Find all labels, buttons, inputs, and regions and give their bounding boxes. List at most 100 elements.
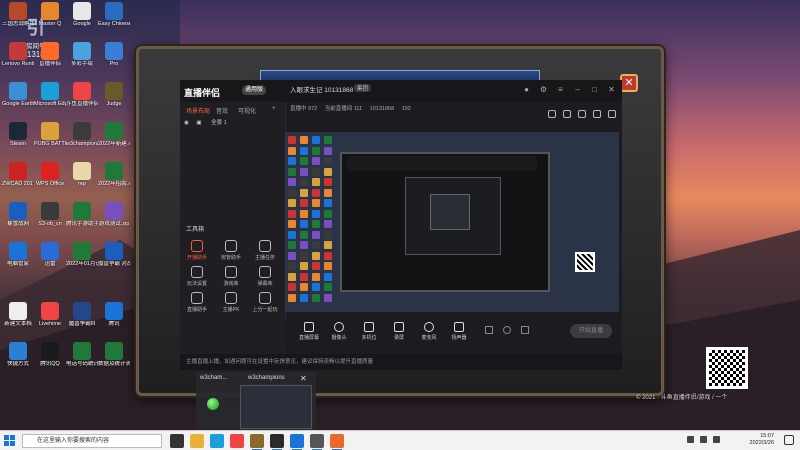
desktop-icon[interactable]: 数据及统计表.xlsx [98, 342, 130, 368]
lock-icon[interactable]: ▣ [196, 120, 201, 126]
control-speaker[interactable]: 扬声器 [445, 322, 473, 341]
desktop-icon[interactable]: Google Earth Pro [2, 82, 34, 108]
toolbox-item[interactable]: 主播PK [218, 292, 244, 313]
desktop-icon[interactable]: S3-ob_cn [34, 202, 66, 228]
network-icon[interactable] [700, 436, 707, 443]
desktop-icon[interactable]: 快捷方式 [2, 342, 34, 368]
scene-item[interactable]: ◉ ▣ 全景 1 [184, 118, 282, 128]
tab-sound[interactable]: 音效 [216, 106, 228, 115]
settings-icon[interactable]: ⚙ [539, 85, 548, 94]
expand-icon[interactable] [593, 110, 601, 118]
volume-icon[interactable] [713, 436, 720, 443]
toolbox-item[interactable]: 玩法设置 [184, 266, 210, 287]
stream-preview[interactable] [285, 132, 619, 312]
gear-icon[interactable] [521, 326, 529, 334]
toolbox-item[interactable]: 房管助手 [218, 240, 244, 261]
desktop-icon[interactable]: Microsoft Edge [34, 82, 66, 108]
eye-icon[interactable]: ◉ [184, 120, 189, 126]
start-live-button[interactable]: 开始直播 [570, 324, 612, 338]
thumb-title-2[interactable]: w3champions [248, 375, 285, 381]
desktop-icon[interactable]: 2022年01月计划.xlsx [66, 242, 98, 268]
maximize-icon[interactable]: □ [590, 85, 599, 94]
taskbar-app-browser-icon[interactable] [290, 434, 304, 450]
desktop-icon[interactable]: Master Q [34, 2, 66, 28]
app-icon [9, 202, 27, 220]
desktop-icon[interactable]: 迅雷 [34, 242, 66, 268]
control-screen[interactable]: 直播屏幕 [295, 322, 323, 341]
tray-arrow-icon[interactable] [687, 436, 694, 443]
desktop-icon-label: 迅雷 [44, 261, 56, 267]
thumb-title-1[interactable]: w3cham... [200, 375, 227, 381]
toolbox-item[interactable]: 上分一起玩 [252, 292, 278, 313]
desktop-icon[interactable]: 直播伴侣 [34, 42, 66, 68]
desktop-icon[interactable]: Lenovo Runtime [2, 42, 34, 68]
control-record[interactable]: 录屏 [385, 322, 413, 341]
menu-icon[interactable]: ≡ [556, 85, 565, 94]
lock-icon[interactable] [548, 110, 556, 118]
desktop-icon[interactable]: 斗鱼直播伴侣 [66, 82, 98, 108]
desktop-icon[interactable]: 游戏测试.zip [98, 202, 130, 228]
desktop-icon[interactable]: 新建文本档 [2, 302, 34, 328]
start-button[interactable] [4, 435, 16, 447]
app-icon [41, 342, 59, 360]
close-icon[interactable]: ✕ [300, 374, 307, 383]
desktop-icon[interactable]: ZWCAD 2017 [2, 162, 34, 188]
desktop-icon[interactable]: 电脑管家 [2, 242, 34, 268]
desktop-icon[interactable]: Steam [2, 122, 34, 148]
taskbar-app-stream-app-icon[interactable] [330, 434, 344, 450]
taskbar-app-task-view-icon[interactable] [170, 434, 184, 448]
desktop-icon[interactable]: w3champions [66, 122, 98, 148]
desktop-icon[interactable]: 三国志战略版 [2, 2, 34, 28]
minimize-icon[interactable]: – [573, 85, 582, 94]
toolbox-item[interactable]: 开播助手 [184, 240, 210, 261]
thumbnail-preview[interactable] [240, 385, 312, 429]
toolbox-item[interactable]: 弹幕库 [252, 266, 278, 287]
tool-label: 玩法设置 [186, 281, 207, 287]
tab-visual[interactable]: 可视化 [238, 106, 256, 115]
desktop-icon[interactable]: rep [66, 162, 98, 188]
avatar-icon[interactable]: ● [522, 85, 531, 94]
desktop-icon[interactable]: 暴雪战网 [2, 202, 34, 228]
taskbar-app-window-icon[interactable] [270, 434, 284, 450]
desktop-icon[interactable]: Easy Chinese [98, 2, 130, 28]
notification-icon[interactable] [784, 435, 794, 445]
taskbar-app-livehime-icon[interactable] [310, 434, 324, 450]
desktop-icon[interactable]: Judge [98, 82, 130, 108]
toolbox-item[interactable]: 直播助手 [184, 292, 210, 313]
desktop-icon[interactable]: 腾讯手游助手 [66, 202, 98, 228]
desktop-icon[interactable]: Livehime [34, 302, 66, 328]
search-input[interactable]: 在这里输入你要搜索的内容 [22, 434, 162, 448]
share-icon[interactable] [608, 110, 616, 118]
taskbar-app-chrome-icon[interactable] [230, 434, 244, 448]
desktop-icon[interactable]: 2022年招聘.xlsx [98, 162, 130, 188]
taskbar-app-file-explorer-icon[interactable] [190, 434, 204, 448]
desktop-icon[interactable]: Pro [98, 42, 130, 68]
desktop-icon[interactable]: 魔兽争霸III [66, 302, 98, 328]
gift-icon[interactable] [563, 110, 571, 118]
desktop-icon[interactable]: WPS Office [34, 162, 66, 188]
frame-close-button[interactable]: ✕ [620, 74, 638, 92]
toolbox-item[interactable]: 游戏库 [218, 266, 244, 287]
desktop-icon[interactable]: Google [66, 2, 98, 28]
taskbar-app-warcraft-icon[interactable] [250, 434, 264, 450]
desktop-icon[interactable]: 电话号码统计.xlsx [66, 342, 98, 368]
desktop-icon[interactable]: PUBG BATTLEGR... [34, 122, 66, 148]
taskbar-app-edge-icon[interactable] [210, 434, 224, 448]
desktop-icon[interactable]: 2022年新建.xlsx [98, 122, 130, 148]
chart-icon[interactable] [578, 110, 586, 118]
desktop-icon[interactable]: 腾讯QQ [34, 342, 66, 368]
clock[interactable]: 15:07 2022/3/26 [750, 433, 774, 447]
effect-icon[interactable] [503, 326, 511, 334]
toolbox-item[interactable]: 主播任务 [252, 240, 278, 261]
control-multicam[interactable]: 多机位 [355, 322, 383, 341]
tab-add[interactable]: + [272, 106, 276, 112]
desktop-icon[interactable]: 腾讯 [98, 302, 130, 328]
tab-scene[interactable]: 场景布局 [186, 106, 210, 115]
layout-icon[interactable] [485, 326, 493, 334]
control-camera[interactable]: 摄像头 [325, 322, 353, 341]
close-icon[interactable]: ✕ [607, 85, 616, 94]
control-mic[interactable]: 麦克风 [415, 322, 443, 341]
room-name[interactable]: 入眼求生记 10131868 [290, 84, 353, 94]
desktop-icon[interactable]: 魔兽争霸 对战平台 [98, 242, 130, 268]
desktop-icon[interactable]: 多彩手绘 [66, 42, 98, 68]
